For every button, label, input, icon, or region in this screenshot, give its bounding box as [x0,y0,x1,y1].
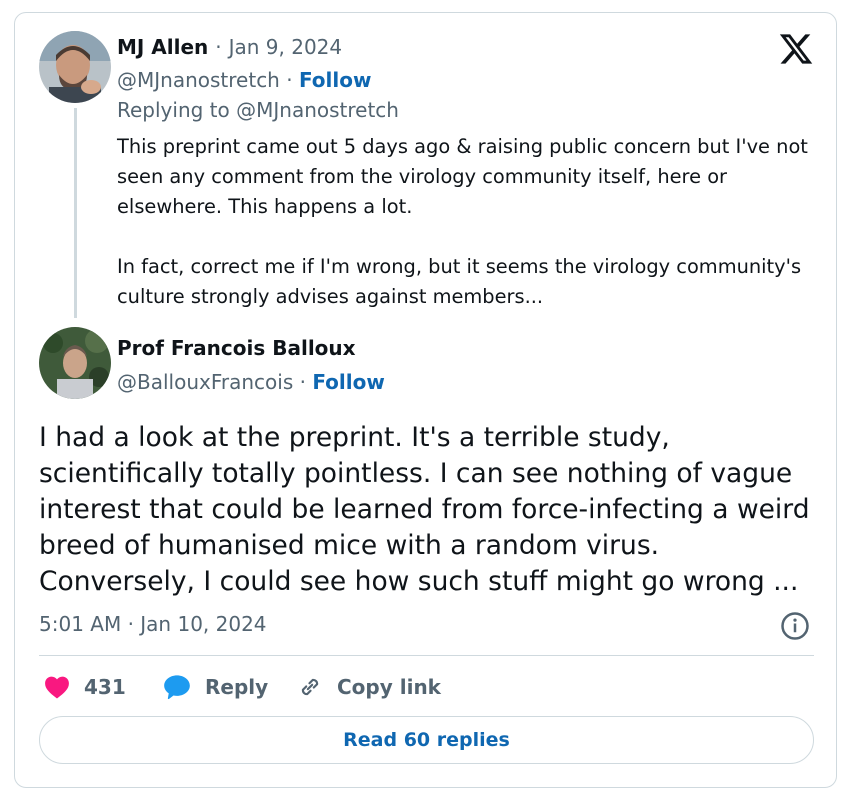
reply-handle-line: @MJnanostretch · Follow [117,68,371,92]
reply-handle-separator: · [286,68,293,92]
x-logo-icon[interactable] [778,31,814,67]
replying-to-line[interactable]: Replying to @MJnanostretch [117,98,399,122]
reply-author-line: MJ Allen · Jan 9, 2024 [117,35,342,59]
like-count: 431 [84,675,126,699]
speech-bubble-icon [164,675,190,700]
main-tweet-text: I had a look at the preprint. It's a ter… [39,422,810,597]
main-handle[interactable]: @BallouxFrancois [117,370,293,394]
main-handle-line: @BallouxFrancois · Follow [117,370,385,394]
reply-button[interactable]: Reply [163,669,268,705]
like-button[interactable]: 431 [44,669,126,705]
actions-divider [39,655,814,656]
main-tweet-timestamp[interactable]: 5:01 AM · Jan 10, 2024 [39,612,267,636]
reply-text-paragraph-1: This preprint came out 5 days ago & rais… [117,135,808,218]
main-handle-separator: · [299,370,306,394]
reply-follow-link[interactable]: Follow [299,68,372,92]
main-author-name[interactable]: Prof Francois Balloux [117,336,356,360]
main-follow-link[interactable]: Follow [312,370,385,394]
copy-link-label: Copy link [337,675,441,699]
reply-label: Reply [205,675,269,699]
reply-author-name[interactable]: MJ Allen [117,35,208,59]
thread-connector-line [74,108,77,318]
avatar-francois-balloux[interactable] [39,327,111,399]
copy-link-button[interactable]: Copy link [297,669,441,705]
reply-text-paragraph-2: In fact, correct me if I'm wrong, but it… [117,255,802,308]
avatar-mj-allen[interactable] [39,31,111,103]
reply-tweet-text: This preprint came out 5 days ago & rais… [117,132,817,312]
link-icon [301,678,319,696]
read-replies-button[interactable]: Read 60 replies [39,716,814,764]
info-icon[interactable] [780,611,810,641]
reply-separator: · [215,35,222,59]
heart-icon [45,676,69,699]
reply-date[interactable]: Jan 9, 2024 [229,35,343,59]
reply-handle[interactable]: @MJnanostretch [117,68,280,92]
